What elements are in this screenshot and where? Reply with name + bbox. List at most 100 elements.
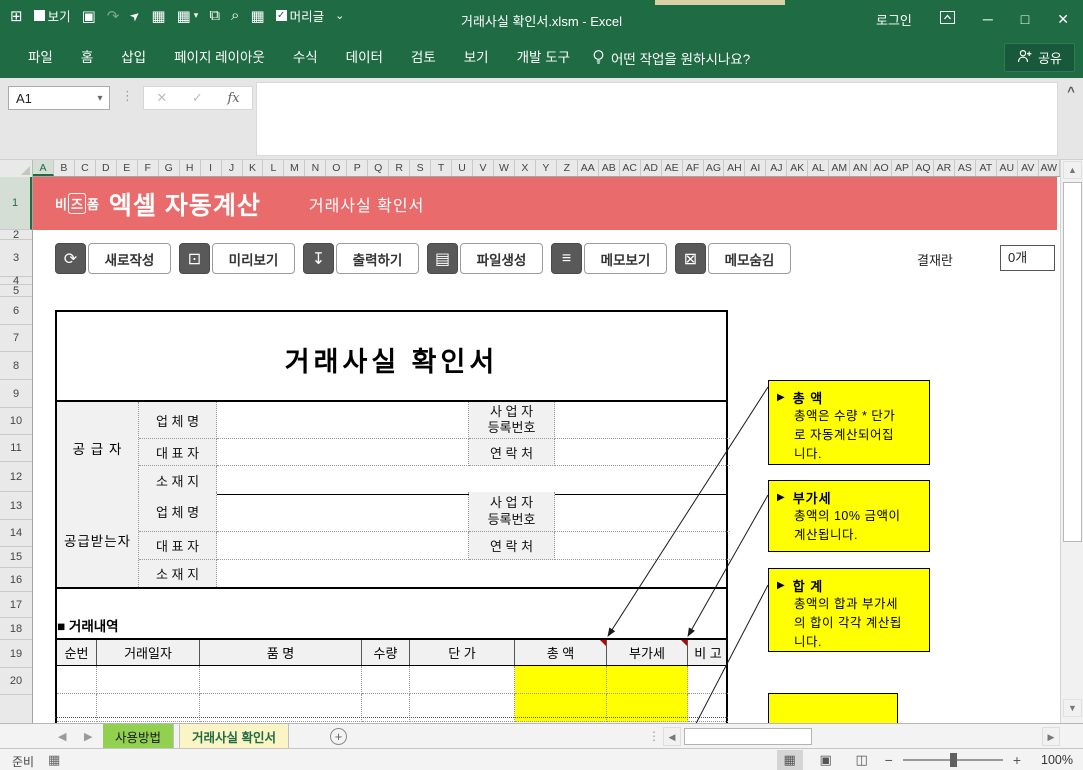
scroll-down-icon[interactable]: ▼ — [1063, 699, 1082, 717]
contact-label[interactable]: 연 락 처 — [469, 532, 555, 560]
column-header[interactable]: AO — [871, 160, 893, 176]
ribbon-tab[interactable]: 검토 — [397, 38, 450, 78]
tabbar-handle[interactable]: ⋮ — [648, 729, 660, 743]
receiver-company-input-cell[interactable] — [217, 492, 469, 532]
address-label[interactable]: 소 재 지 — [139, 466, 217, 494]
name-box[interactable]: A1 ▾ — [8, 86, 110, 110]
column-header[interactable]: AT — [976, 160, 997, 176]
receiver-address-input-cell[interactable] — [217, 560, 730, 587]
row-header[interactable]: 18 — [0, 618, 32, 640]
cursor-select-icon[interactable]: ➤ — [127, 7, 144, 24]
column-header[interactable]: AL — [808, 160, 830, 176]
note-cell[interactable] — [688, 666, 728, 694]
redo-icon[interactable]: ↷ — [107, 7, 120, 25]
column-header[interactable]: Q — [368, 160, 390, 176]
sheet-tab-confirmation[interactable]: 거래사실 확인서 — [179, 724, 289, 749]
row-header[interactable]: 12 — [0, 462, 32, 492]
row-header[interactable]: 11 — [0, 435, 32, 462]
business-number-label[interactable]: 사 업 자 등록번호 — [469, 492, 555, 532]
row-header[interactable]: 20 — [0, 668, 32, 695]
column-header[interactable]: M — [284, 160, 306, 176]
column-header[interactable]: AG — [704, 160, 725, 176]
column-header[interactable]: AV — [1018, 160, 1039, 176]
column-header[interactable]: L — [263, 160, 285, 176]
ceo-label[interactable]: 대 표 자 — [139, 439, 217, 466]
zoom-in-icon[interactable]: + — [1013, 752, 1021, 768]
formula-input[interactable] — [256, 82, 1058, 156]
column-header[interactable]: AU — [997, 160, 1018, 176]
column-header[interactable]: R — [389, 160, 411, 176]
sheet-tab-usage[interactable]: 사용방법 — [103, 724, 175, 749]
row-header[interactable]: 14 — [0, 520, 32, 547]
date-cell[interactable] — [97, 666, 200, 694]
column-header[interactable]: Y — [536, 160, 557, 176]
vertical-scroll-thumb[interactable] — [1063, 182, 1082, 542]
column-header[interactable]: T — [431, 160, 453, 176]
maximize-button[interactable]: □ — [1021, 11, 1029, 27]
company-name-label[interactable]: 업 체 명 — [139, 492, 217, 532]
column-header[interactable]: A — [33, 160, 54, 176]
qty-cell[interactable] — [362, 666, 410, 694]
hide-memo-button[interactable]: ⊠ 메모숨김 — [675, 243, 791, 274]
column-header[interactable]: D — [96, 160, 117, 176]
row-header[interactable]: 1 — [0, 177, 32, 230]
column-header[interactable]: AP — [892, 160, 914, 176]
business-number-label[interactable]: 사 업 자 등록번호 — [469, 402, 555, 439]
supplier-bizno-input-cell[interactable] — [555, 402, 730, 439]
row-header[interactable]: 16 — [0, 568, 32, 592]
column-header[interactable]: AW — [1039, 160, 1060, 176]
normal-view-icon[interactable]: ▦ — [776, 750, 803, 770]
table-icon[interactable]: ▦ — [151, 7, 165, 25]
receiver-label-cell[interactable]: 공급받는자 — [57, 492, 139, 587]
ribbon-tab[interactable]: 삽입 — [107, 38, 160, 78]
ribbon-tab[interactable]: 수식 — [279, 38, 332, 78]
row-header[interactable]: 9 — [0, 380, 32, 408]
scroll-left-icon[interactable]: ◀ — [663, 727, 681, 746]
boundaries-icon[interactable]: ⊞ — [10, 7, 23, 25]
cancel-icon[interactable]: ✕ — [156, 90, 167, 106]
address-label[interactable]: 소 재 지 — [139, 560, 217, 587]
row-header[interactable]: 2 — [0, 229, 32, 241]
column-header[interactable]: K — [243, 160, 264, 176]
new-document-button[interactable]: ⟳ 새로작성 — [55, 243, 171, 274]
row-header[interactable]: 8 — [0, 352, 32, 380]
show-memo-button[interactable]: ≡ 메모보기 — [551, 243, 667, 274]
column-header[interactable]: P — [347, 160, 369, 176]
column-header[interactable]: W — [494, 160, 515, 176]
row-header[interactable]: 10 — [0, 408, 32, 435]
tell-me-box[interactable]: 어떤 작업을 원하시나요? — [578, 38, 764, 78]
vat-cell[interactable] — [607, 666, 688, 694]
row-header[interactable]: 17 — [0, 592, 32, 618]
create-file-button[interactable]: ▤ 파일생성 — [427, 243, 543, 274]
column-header[interactable]: F — [138, 160, 159, 176]
ribbon-tab[interactable]: 파일 — [14, 38, 67, 78]
column-header[interactable]: E — [117, 160, 138, 176]
horizontal-scroll-thumb[interactable] — [684, 728, 812, 745]
supplier-ceo-input-cell[interactable] — [217, 439, 469, 466]
column-header[interactable]: AF — [683, 160, 704, 176]
next-sheet-icon[interactable]: ▶ — [84, 730, 92, 743]
column-header[interactable]: AS — [955, 160, 976, 176]
col-total[interactable]: 총 액 — [515, 640, 607, 665]
page-layout-view-icon[interactable]: ▣ — [813, 750, 839, 770]
ribbon-tab[interactable]: 페이지 레이아웃 — [160, 38, 279, 78]
seq-cell[interactable] — [57, 666, 97, 694]
column-header[interactable]: U — [452, 160, 474, 176]
table-menu-button[interactable]: ▦ ▾ — [177, 7, 199, 25]
close-button[interactable]: ✕ — [1057, 11, 1069, 28]
column-header[interactable]: X — [515, 160, 536, 176]
column-header[interactable]: O — [326, 160, 348, 176]
column-header[interactable]: AI — [745, 160, 767, 176]
column-header[interactable]: J — [222, 160, 243, 176]
row-header[interactable]: 15 — [0, 547, 32, 568]
supplier-contact-input-cell[interactable] — [555, 439, 730, 466]
column-header[interactable]: AK — [787, 160, 809, 176]
page-break-view-icon[interactable]: ◫ — [849, 750, 875, 770]
column-header[interactable]: V — [473, 160, 494, 176]
supplier-address-input-cell[interactable] — [217, 466, 730, 494]
vertical-scrollbar[interactable]: ▲ ▼ — [1060, 160, 1083, 723]
unit-price-cell[interactable] — [410, 666, 515, 694]
paste-special-icon[interactable]: ⧉ — [209, 7, 220, 24]
preview-button[interactable]: ⊡ 미리보기 — [179, 243, 295, 274]
col-seq[interactable]: 순번 — [57, 640, 97, 665]
